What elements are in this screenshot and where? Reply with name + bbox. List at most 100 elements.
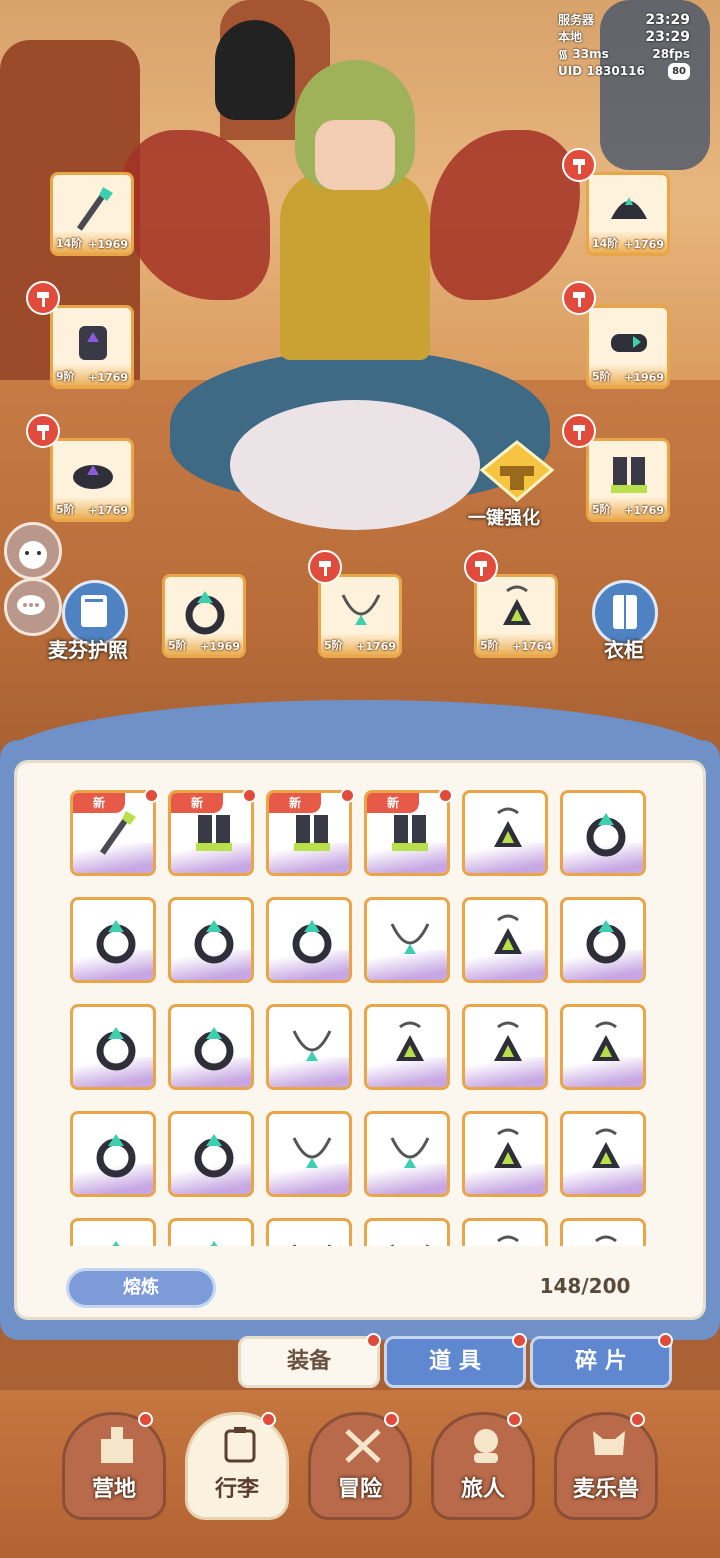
amulet-icon: [580, 1128, 630, 1178]
ring-icon: [188, 1235, 238, 1246]
player-character-face: [315, 120, 395, 190]
boots-icon: [603, 449, 655, 501]
nav-label: 冒险: [337, 1477, 382, 1502]
nav-label: 麦乐兽: [572, 1477, 639, 1502]
equipment-slot-belt[interactable]: 5阶 +1769: [50, 438, 134, 522]
inventory-count: 148/200: [539, 1274, 631, 1298]
upgrade-hammer-icon[interactable]: [308, 550, 342, 584]
inventory-item[interactable]: 新: [168, 790, 254, 876]
fps-value: 28fps: [652, 47, 690, 61]
new-badge: 新: [367, 793, 419, 813]
inventory-item[interactable]: [462, 1111, 548, 1197]
notification-dot: [384, 1412, 399, 1427]
nav-castle[interactable]: 营地: [62, 1412, 166, 1520]
slot-level: 5阶: [480, 639, 499, 652]
armor-icon: [67, 316, 119, 368]
equipment-slot-amulet[interactable]: 5阶 +1764: [474, 574, 558, 658]
inventory-item[interactable]: [266, 1111, 352, 1197]
equipment-slot-gloves[interactable]: 5阶 +1969: [586, 305, 670, 389]
ring-icon: [90, 1235, 140, 1246]
crossed-swords-icon: [341, 1425, 385, 1465]
battery-badge: 80: [668, 63, 690, 80]
upgrade-hammer-icon[interactable]: [464, 550, 498, 584]
smelt-button[interactable]: 熔炼: [66, 1268, 216, 1308]
pet-avatar-button[interactable]: [4, 522, 62, 580]
inventory-item[interactable]: [168, 1218, 254, 1246]
inventory-item[interactable]: [462, 1004, 548, 1090]
helmet-icon: [603, 183, 655, 235]
upgrade-hammer-icon[interactable]: [26, 281, 60, 315]
amulet-icon: [580, 1021, 630, 1071]
pet-icon: [587, 1425, 631, 1465]
inventory-item[interactable]: [560, 1218, 646, 1246]
inventory-item[interactable]: [70, 897, 156, 983]
inventory-item[interactable]: [560, 1111, 646, 1197]
notification-dot: [512, 1333, 527, 1348]
equipment-slot-boots[interactable]: 5阶 +1769: [586, 438, 670, 522]
inventory-item[interactable]: 新: [364, 790, 450, 876]
inventory-item[interactable]: [266, 1004, 352, 1090]
local-label: 本地: [558, 30, 583, 44]
inventory-item[interactable]: [168, 1004, 254, 1090]
tab-2[interactable]: 碎 片: [530, 1336, 672, 1388]
inventory-item[interactable]: [364, 1004, 450, 1090]
inventory-item[interactable]: [266, 897, 352, 983]
equipment-slot-necklace[interactable]: 5阶 +1769: [318, 574, 402, 658]
notification-dot: [242, 790, 257, 803]
upgrade-hammer-icon[interactable]: [562, 281, 596, 315]
slot-bonus: +1769: [356, 640, 396, 653]
inventory-item[interactable]: [560, 1004, 646, 1090]
tab-1[interactable]: 道 具: [384, 1336, 526, 1388]
inventory-item[interactable]: [70, 1004, 156, 1090]
ring-icon: [188, 1128, 238, 1178]
nav-character[interactable]: 旅人: [431, 1412, 535, 1520]
upgrade-hammer-icon[interactable]: [562, 414, 596, 448]
inventory-item[interactable]: [560, 897, 646, 983]
gloves-icon: [603, 316, 655, 368]
notification-dot: [658, 1333, 673, 1348]
ring-icon: [90, 1128, 140, 1178]
upgrade-hammer-icon[interactable]: [26, 414, 60, 448]
slot-bonus: +1769: [624, 504, 664, 517]
new-badge: 新: [171, 793, 223, 813]
inventory-item[interactable]: [462, 1218, 548, 1246]
inventory-item[interactable]: [364, 1218, 450, 1246]
upgrade-hammer-icon[interactable]: [562, 148, 596, 182]
mount-belly: [230, 400, 480, 530]
inventory-item[interactable]: [364, 1111, 450, 1197]
nav-label: 营地: [91, 1477, 136, 1502]
one-key-strengthen-button[interactable]: 一键强化: [468, 440, 562, 530]
inventory-item[interactable]: 新: [70, 790, 156, 876]
inventory-item[interactable]: [266, 1218, 352, 1246]
amulet-icon: [491, 585, 543, 637]
notification-dot: [438, 790, 453, 803]
notification-dot: [366, 1333, 381, 1348]
inventory-item[interactable]: [462, 897, 548, 983]
inventory-item[interactable]: 新: [266, 790, 352, 876]
nav-backpack[interactable]: 行李: [185, 1412, 289, 1520]
slot-bonus: +1769: [624, 238, 664, 251]
slot-level: 5阶: [168, 639, 187, 652]
tab-0[interactable]: 装备: [238, 1336, 380, 1388]
inventory-item[interactable]: [70, 1111, 156, 1197]
equipment-slot-ring[interactable]: 5阶 +1969: [162, 574, 246, 658]
necklace-icon: [384, 1128, 434, 1178]
passport-label: 麦芬护照: [48, 638, 128, 662]
notification-dot: [340, 790, 355, 803]
equipment-slot-weapon[interactable]: 14阶 +1969: [50, 172, 134, 256]
inventory-item[interactable]: [560, 790, 646, 876]
slot-bonus: +1764: [512, 640, 552, 653]
chat-button[interactable]: [4, 578, 62, 636]
nav-crossed-swords[interactable]: 冒险: [308, 1412, 412, 1520]
inventory-item[interactable]: [462, 790, 548, 876]
inventory-item[interactable]: [168, 897, 254, 983]
inventory-item[interactable]: [70, 1218, 156, 1246]
equipment-slot-armor[interactable]: 9阶 +1769: [50, 305, 134, 389]
ring-icon: [188, 914, 238, 964]
inventory-item[interactable]: [168, 1111, 254, 1197]
nav-pet[interactable]: 麦乐兽: [554, 1412, 658, 1520]
server-time: 23:29: [645, 12, 690, 28]
equipment-slot-helmet[interactable]: 14阶 +1769: [586, 172, 670, 256]
inventory-item[interactable]: [364, 897, 450, 983]
status-hud: 服务器 23:29 本地 23:29 ᯾ 33ms 28fps UID 1830116…: [558, 12, 690, 92]
